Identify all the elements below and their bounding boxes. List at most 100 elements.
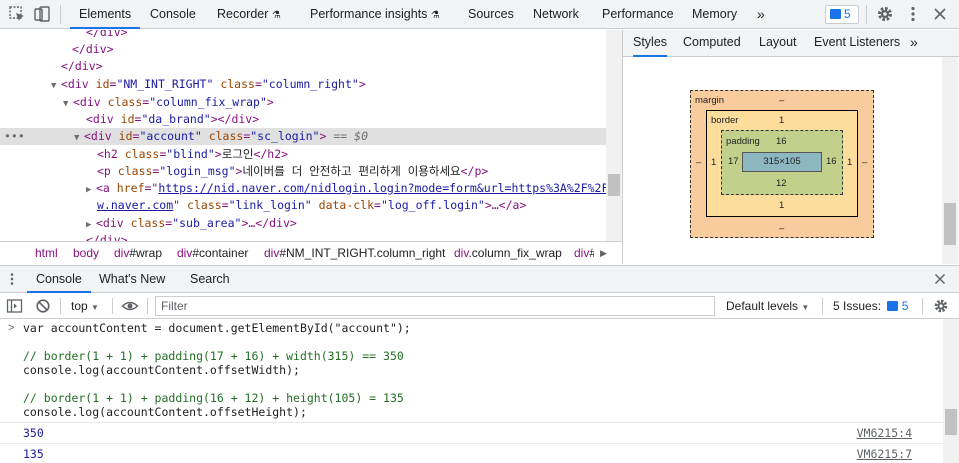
dom-node-h2-blind[interactable]: <h2 class="blind">로그인</h2>	[0, 146, 606, 163]
breadcrumb-item[interactable]: div#	[574, 242, 594, 264]
breadcrumb-item[interactable]: div.column_fix_wrap	[454, 242, 562, 264]
scrollbar-thumb[interactable]	[944, 203, 956, 245]
console-input-line[interactable]: console.log(accountContent.offsetHeight)…	[23, 405, 307, 419]
dom-node-line[interactable]: </div>	[0, 58, 606, 75]
breadcrumb-item[interactable]: html	[35, 242, 58, 264]
log-levels-dropdown[interactable]: Default levels ▼	[726, 293, 809, 321]
console-input-line[interactable]: var accountContent = document.getElement…	[23, 321, 411, 335]
tab-layout[interactable]: Layout	[759, 30, 797, 57]
log-source-link[interactable]: VM6215:4	[857, 426, 912, 440]
dom-node-nm-int-right[interactable]: ▼ <div id="NM_INT_RIGHT" class="column_ri…	[0, 76, 606, 93]
breadcrumb-tag: body	[73, 246, 100, 260]
console-input-line[interactable]: console.log(accountContent.offsetWidth);	[23, 363, 300, 377]
elements-scrollbar[interactable]	[606, 30, 622, 241]
href-link[interactable]: https://nid.naver.com/nidlogin.login?mod…	[158, 181, 606, 195]
text-node: 로그인	[221, 147, 254, 161]
drawer-tab-whats-new[interactable]: What's New	[99, 266, 165, 293]
tab-memory[interactable]: Memory	[692, 0, 737, 29]
close-devtools-icon[interactable]	[930, 4, 950, 24]
more-sidebar-tabs-button[interactable]: »	[910, 30, 918, 57]
issues-counter-button[interactable]: 5	[825, 5, 859, 24]
log-levels-label: Default levels	[726, 299, 799, 313]
dom-node-line[interactable]: </div>	[0, 41, 606, 58]
collapsed-triangle-icon[interactable]: ▶	[86, 217, 96, 232]
tag-end: >	[358, 77, 366, 91]
attr-value: "sub_area"	[172, 216, 242, 230]
breadcrumb-item[interactable]: div#container	[177, 242, 248, 264]
flask-icon: ⚗	[430, 10, 440, 21]
inspect-element-icon[interactable]	[7, 4, 27, 24]
tab-recorder[interactable]: Recorder ⚗	[217, 0, 281, 29]
attr-name: class	[220, 77, 255, 91]
context-selector[interactable]: top ▼	[71, 293, 99, 321]
log-value: 350	[23, 426, 44, 440]
node-actions-ellipsis-icon[interactable]: •••	[4, 128, 25, 145]
expanded-triangle-icon[interactable]: ▼	[63, 96, 73, 111]
kebab-menu-icon[interactable]	[903, 4, 923, 24]
dom-node-line[interactable]: </div>	[0, 30, 606, 41]
breadcrumb-item[interactable]: div#wrap	[114, 242, 162, 264]
tab-performance-insights[interactable]: Performance insights ⚗	[310, 0, 440, 29]
breadcrumb-scroll-right-icon[interactable]: ▶	[600, 242, 607, 264]
devtools-main-toolbar: Elements Console Recorder ⚗ Performance …	[0, 0, 959, 29]
expanded-triangle-icon[interactable]: ▼	[74, 130, 84, 145]
attr-name: class	[117, 164, 153, 178]
href-link[interactable]: w.naver.com	[97, 198, 173, 212]
scrollbar-thumb[interactable]	[945, 409, 957, 435]
log-source-link[interactable]: VM6215:7	[857, 447, 912, 461]
show-sidebar-icon[interactable]	[6, 298, 23, 314]
styles-scrollbar[interactable]	[942, 57, 958, 264]
tab-event-listeners[interactable]: Event Listeners	[814, 30, 900, 57]
console-input-comment[interactable]: // border(1 + 1) + padding(17 + 16) + wi…	[23, 349, 404, 363]
dom-node-link-login[interactable]: ▶ <a href="https://nid.naver.com/nidlogin…	[0, 180, 606, 197]
tab-elements[interactable]: Elements	[70, 0, 141, 29]
scrollbar-thumb[interactable]	[608, 174, 620, 196]
attr-name: id	[120, 112, 135, 126]
breadcrumb-item[interactable]: body	[73, 242, 99, 264]
drawer-tabbar: Console What's New Search	[0, 265, 959, 293]
tab-computed[interactable]: Computed	[683, 30, 741, 57]
console-issues-button[interactable]: 5 Issues: 5	[833, 293, 908, 319]
breadcrumb-item[interactable]: div#NM_INT_RIGHT.column_right	[264, 242, 445, 264]
drawer-menu-kebab-icon[interactable]	[5, 272, 19, 286]
more-tabs-button[interactable]: »	[757, 0, 765, 29]
dom-node-sub-area[interactable]: ▶ <div class="sub_area">…</div>	[0, 215, 606, 232]
console-settings-gear-icon[interactable]	[932, 297, 950, 315]
close-drawer-icon[interactable]	[932, 271, 948, 287]
box-model-content[interactable]: 315×105	[742, 152, 822, 172]
border-left-value: 1	[711, 157, 717, 168]
dom-node-account-selected[interactable]: ••• ▼ <div id="account" class="sc_login">…	[0, 128, 606, 145]
settings-gear-icon[interactable]	[875, 4, 895, 24]
console-input-comment[interactable]: // border(1 + 1) + padding(16 + 12) + he…	[23, 391, 404, 405]
padding-top-value: 16	[776, 136, 787, 147]
dom-node-da-brand[interactable]: <div id="da_brand"></div>	[0, 111, 606, 128]
breadcrumb-tag: div	[454, 246, 469, 260]
drawer-tab-console[interactable]: Console	[27, 266, 91, 293]
live-expression-eye-icon[interactable]	[121, 298, 139, 314]
expanded-triangle-icon[interactable]: ▼	[51, 78, 61, 93]
margin-left-value: –	[696, 157, 702, 168]
breadcrumb-selector: #NM_INT_RIGHT.column_right	[279, 246, 446, 260]
styles-sidebar: Styles Computed Layout Event Listeners »…	[622, 30, 959, 264]
clear-console-icon[interactable]	[35, 298, 51, 314]
attr-value: "link_login"	[228, 198, 312, 212]
dom-node-line[interactable]: </div>	[0, 232, 606, 241]
attr-name: id	[95, 77, 110, 91]
tab-styles[interactable]: Styles	[633, 30, 668, 57]
text-node: 네이버를 더 안전하고 편리하게 이용하세요	[242, 164, 461, 178]
collapsed-triangle-icon[interactable]: ▶	[86, 182, 96, 197]
closing-tag: </div>	[86, 233, 128, 241]
dom-node-column-fix-wrap[interactable]: ▼ <div class="column_fix_wrap">	[0, 94, 606, 111]
dom-node-login-msg[interactable]: <p class="login_msg">네이버를 더 안전하고 편리하게 이용…	[0, 163, 606, 180]
tab-performance[interactable]: Performance	[602, 0, 674, 29]
console-filter-input[interactable]	[155, 296, 715, 316]
device-toolbar-icon[interactable]	[32, 4, 52, 24]
drawer-tab-search[interactable]: Search	[190, 266, 230, 293]
console-scrollbar[interactable]	[943, 319, 959, 463]
closing-tag: </div>	[72, 42, 114, 56]
tab-sources[interactable]: Sources	[468, 0, 514, 29]
tab-console[interactable]: Console	[150, 0, 196, 29]
tag-end: >	[266, 95, 274, 109]
tab-network[interactable]: Network	[533, 0, 579, 29]
dom-node-link-login-cont[interactable]: w.naver.com" class="link_login" data-clk…	[0, 197, 606, 214]
